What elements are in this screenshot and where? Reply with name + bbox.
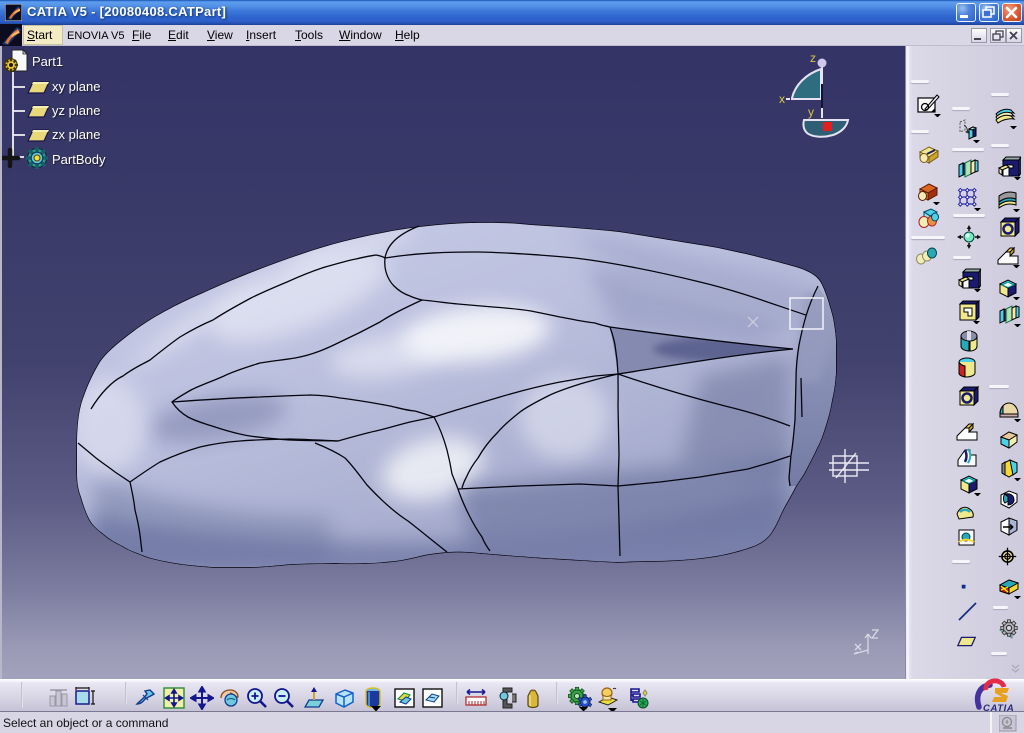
svg-text:z: z (810, 51, 816, 65)
svg-text:x: x (779, 92, 785, 106)
svg-text:y: y (808, 105, 814, 119)
